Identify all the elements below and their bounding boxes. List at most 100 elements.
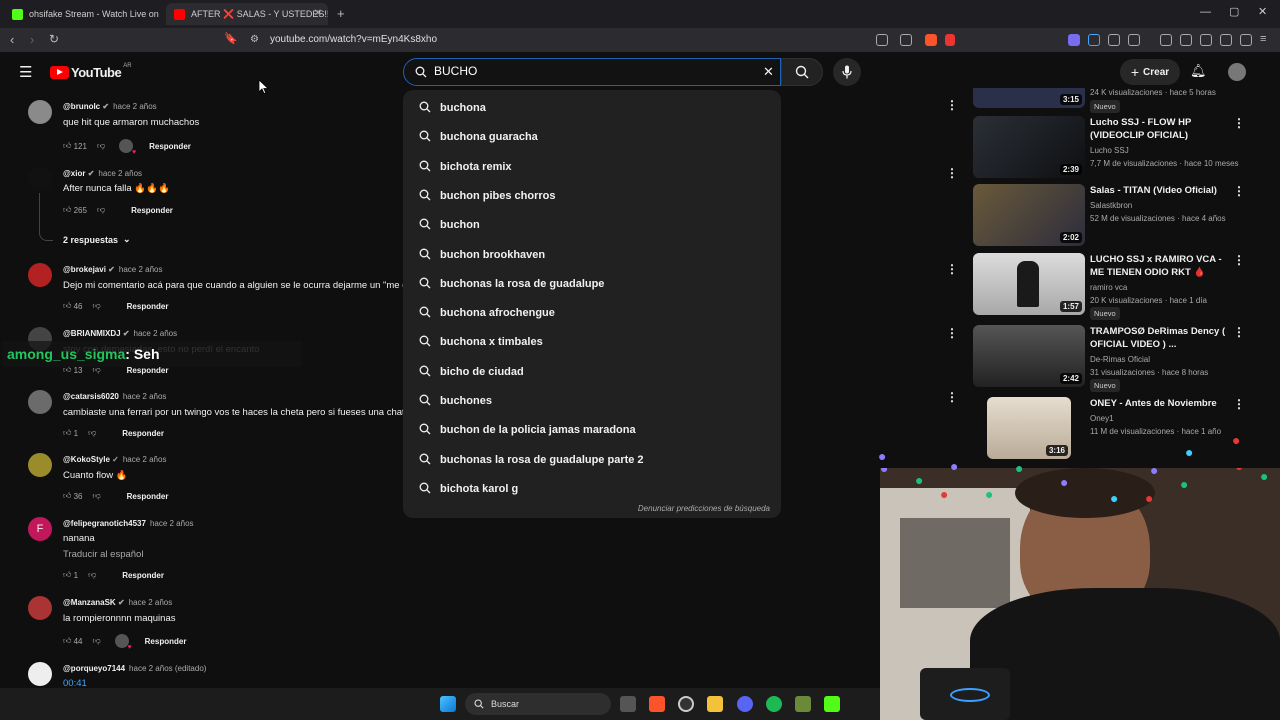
more-options-icon[interactable]: ⋮ (1233, 184, 1245, 198)
dislike-icon[interactable]: 👎︎ (97, 141, 105, 151)
dislike-icon[interactable]: 👎︎ (88, 428, 96, 438)
sidebar-icon[interactable] (1180, 34, 1192, 46)
video-thumbnail[interactable]: 3:15 (973, 88, 1085, 108)
brave-shield-icon[interactable] (925, 34, 937, 46)
search-suggestion[interactable]: buchona x timbales (403, 327, 781, 356)
avatar[interactable] (28, 662, 52, 686)
back-icon[interactable]: ‹ (10, 32, 14, 47)
comment-author[interactable]: @catarsis6020 hace 2 años (63, 392, 166, 401)
more-options-icon[interactable]: ⋮ (946, 390, 958, 404)
cast-icon[interactable] (876, 34, 888, 46)
notifications-bell-icon[interactable]: 🔔︎ (1190, 63, 1207, 79)
video-title[interactable]: Lucho SSJ - FLOW HP (VIDEOCLIP OFICIAL) (1090, 116, 1230, 142)
search-suggestion[interactable]: buchon brookhaven (403, 240, 781, 269)
avatar[interactable] (28, 167, 52, 191)
search-suggestion[interactable]: buchonas la rosa de guadalupe (403, 269, 781, 298)
youtube-logo[interactable]: YouTube AR (50, 63, 132, 80)
channel-name[interactable]: Salastkbron (1090, 201, 1132, 210)
comment-author[interactable]: @ManzanaSK ✔ hace 2 años (63, 598, 172, 607)
channel-name[interactable]: Oney1 (1090, 414, 1114, 423)
avatar[interactable] (28, 390, 52, 414)
video-title[interactable]: Salas - TITAN (Video Oficial) (1090, 184, 1230, 197)
search-suggestion[interactable]: buchon (403, 210, 781, 239)
wallet-icon[interactable] (1200, 34, 1212, 46)
dislike-icon[interactable]: 👎︎ (93, 301, 101, 311)
video-thumbnail[interactable]: 1:57 (973, 253, 1085, 315)
video-title[interactable]: LUCHO SSJ x RAMIRO VCA - ME TIENEN ODIO … (1090, 253, 1230, 279)
screenshot-icon[interactable] (1128, 34, 1140, 46)
more-options-icon[interactable]: ⋮ (946, 98, 958, 112)
video-card[interactable]: 2:02 Salas - TITAN (Video Oficial) Salas… (973, 184, 1253, 248)
clear-search-icon[interactable]: ✕ (763, 64, 774, 80)
avatar[interactable] (1228, 63, 1246, 81)
reply-button[interactable]: Responder (145, 637, 187, 646)
comment-author[interactable]: @KokoStyle ✓ hace 2 años (63, 455, 166, 464)
music-icon[interactable] (1160, 34, 1172, 46)
maximize-icon[interactable]: ▢ (1229, 5, 1239, 18)
like-icon[interactable]: 👍︎ (63, 301, 71, 311)
search-suggestion[interactable]: buchona afrochengue (403, 298, 781, 327)
discord-icon[interactable] (737, 696, 753, 712)
like-icon[interactable]: 👍︎ (63, 491, 71, 501)
channel-name[interactable]: De-Rimas Oficial (1090, 355, 1150, 364)
dislike-icon[interactable]: 👎︎ (97, 205, 105, 215)
brave-rewards-icon[interactable] (945, 34, 955, 46)
brave-browser-icon[interactable] (649, 696, 665, 712)
comment-author[interactable]: @porqueyo7144 hace 2 años (editado) (63, 664, 206, 673)
extension-icon[interactable] (1068, 34, 1080, 46)
channel-name[interactable]: ramiro vca (1090, 283, 1127, 292)
translate-link[interactable]: Traducir al español (63, 549, 408, 560)
video-card[interactable]: 2:39 Lucho SSJ - FLOW HP (VIDEOCLIP OFIC… (973, 116, 1253, 180)
more-options-icon[interactable]: ⋮ (946, 262, 958, 276)
app-icon[interactable] (795, 696, 811, 712)
share-icon[interactable] (900, 34, 912, 46)
like-icon[interactable]: 👍︎ (63, 636, 71, 646)
search-suggestion[interactable]: buchona (403, 93, 781, 122)
minimize-icon[interactable]: — (1200, 6, 1211, 18)
menu-icon[interactable]: ≡ (1260, 33, 1266, 45)
site-info-icon[interactable]: ⚙ (250, 34, 259, 45)
show-replies-toggle[interactable]: 2 respuestas ⌄ (63, 234, 131, 245)
video-card[interactable]: 3:15 24 K visualizaciones · hace 5 horas… (973, 88, 1253, 114)
comment-author[interactable]: @felipegranotich4537 hace 2 años (63, 519, 194, 528)
puzzle-icon[interactable] (1108, 34, 1120, 46)
search-suggestion[interactable]: buchona guaracha (403, 122, 781, 151)
search-suggestion[interactable]: bichota remix (403, 152, 781, 181)
more-options-icon[interactable]: ⋮ (1233, 325, 1245, 339)
avatar[interactable]: F (28, 517, 52, 541)
audio-icon[interactable] (1088, 34, 1100, 46)
search-button[interactable] (781, 58, 823, 86)
reply-button[interactable]: Responder (127, 492, 169, 501)
dislike-icon[interactable]: 👎︎ (88, 570, 96, 580)
avatar[interactable] (28, 596, 52, 620)
avatar[interactable] (28, 263, 52, 287)
search-suggestion[interactable]: bicho de ciudad (403, 357, 781, 386)
comment-author[interactable]: @xior ✔ hace 2 años (63, 169, 142, 178)
like-icon[interactable]: 👍︎ (63, 428, 71, 438)
more-options-icon[interactable]: ⋮ (946, 326, 958, 340)
like-icon[interactable]: 👍︎ (63, 570, 71, 580)
more-options-icon[interactable]: ⋮ (946, 166, 958, 180)
video-title[interactable]: ONEY - Antes de Noviembre (1090, 397, 1230, 410)
tab-youtube-active[interactable]: AFTER ❌ SALAS - Y USTEDES!! ✕ (166, 3, 328, 25)
comment-author[interactable]: @BRIANMIXDJ ✔ hace 2 años (63, 329, 177, 338)
more-options-icon[interactable]: ⋮ (1233, 253, 1245, 267)
video-thumbnail[interactable]: 2:02 (973, 184, 1085, 246)
app-icon[interactable] (678, 696, 694, 712)
search-suggestion[interactable]: buchon de la policia jamas maradona (403, 415, 781, 444)
more-options-icon[interactable]: ⋮ (1233, 397, 1245, 411)
more-options-icon[interactable]: ⋮ (1233, 116, 1245, 130)
forward-icon[interactable]: › (30, 32, 34, 47)
new-tab-icon[interactable]: + (337, 6, 345, 21)
video-thumbnail[interactable]: 2:39 (973, 116, 1085, 178)
reload-icon[interactable]: ↻ (49, 32, 59, 46)
search-suggestion[interactable]: bichota karol g (403, 474, 781, 503)
windows-start-icon[interactable] (440, 696, 456, 712)
tab-kick-stream[interactable]: ohsifake Stream - Watch Live on (4, 3, 164, 25)
search-suggestion[interactable]: buchon pibes chorros (403, 181, 781, 210)
task-view-icon[interactable] (620, 696, 636, 712)
hamburger-menu-icon[interactable]: ☰ (19, 63, 32, 81)
taskbar-search[interactable]: Buscar (465, 693, 611, 715)
avatar[interactable] (28, 100, 52, 124)
file-explorer-icon[interactable] (707, 696, 723, 712)
